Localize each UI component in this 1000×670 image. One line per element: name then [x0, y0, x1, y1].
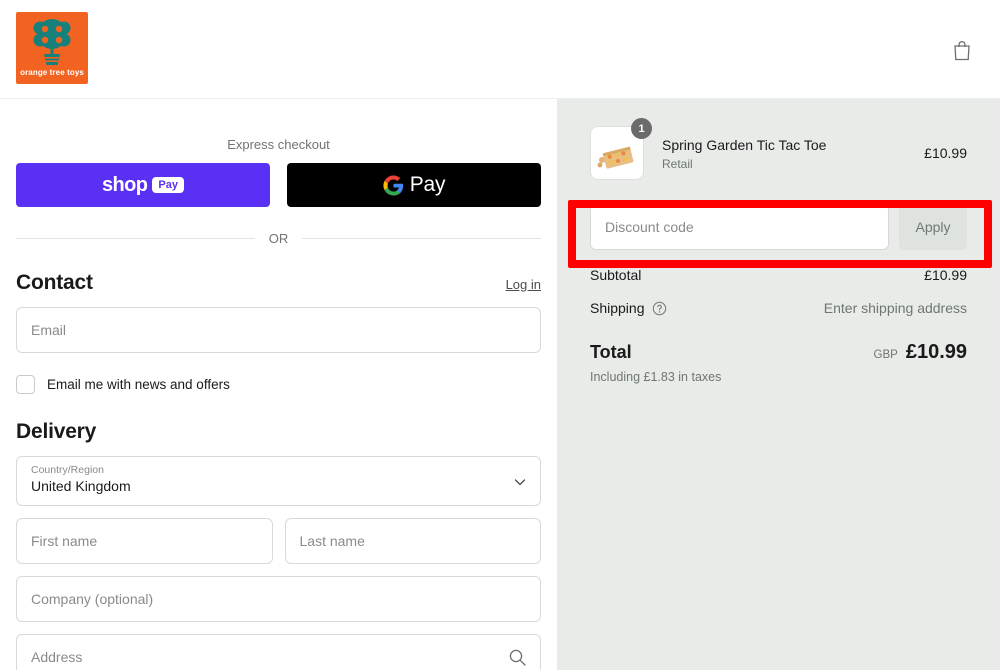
order-summary-column: 1 Spring Garden Tic Tac Toe Retail £10.9… [557, 99, 1000, 670]
google-pay-word: Pay [409, 173, 446, 196]
shop-pay-button[interactable]: shop Pay [16, 163, 270, 207]
product-price: £10.99 [924, 145, 967, 161]
or-divider: OR [16, 231, 541, 246]
shipping-label: Shipping [590, 300, 645, 316]
search-icon[interactable] [508, 648, 527, 667]
checkout-form-column: Express checkout shop Pay Pay OR Contact… [0, 99, 557, 670]
newsletter-label: Email me with news and offers [47, 377, 230, 392]
product-thumbnail-wrap: 1 [590, 118, 652, 180]
company-field[interactable]: Company (optional) [16, 576, 541, 622]
email-field[interactable]: Email [16, 307, 541, 353]
country-region-value: United Kingdom [31, 478, 131, 494]
last-name-placeholder: Last name [299, 533, 365, 549]
tax-note: Including £1.83 in taxes [590, 370, 722, 384]
cart-button[interactable] [944, 32, 980, 68]
checkout-page: orange tree toys Express checkout shop P… [0, 0, 1000, 670]
subtotal-row: Subtotal £10.99 [590, 267, 967, 283]
product-variant: Retail [662, 156, 693, 171]
discount-code-row: Discount code Apply [590, 204, 967, 250]
site-header: orange tree toys [0, 0, 1000, 99]
google-g-icon [383, 174, 403, 196]
logo-brand-text: orange tree toys [20, 68, 84, 77]
newsletter-checkbox[interactable] [16, 375, 35, 394]
shipping-label-group: Shipping [590, 300, 667, 316]
discount-code-placeholder: Discount code [605, 219, 694, 235]
google-pay-wordmark: Pay [383, 173, 446, 197]
shop-pay-wordmark: shop Pay [102, 174, 184, 197]
tree-logo-mark [33, 19, 71, 65]
total-row: Total GBP £10.99 [590, 341, 967, 364]
newsletter-checkbox-row[interactable]: Email me with news and offers [16, 375, 541, 394]
shop-pay-chip: Pay [152, 177, 184, 193]
shipping-row: Shipping Enter shipping address [590, 300, 967, 316]
address-field[interactable]: Address [16, 634, 541, 670]
name-fields-row: First name Last name [16, 518, 541, 564]
google-pay-button[interactable]: Pay [287, 163, 541, 207]
address-placeholder: Address [31, 649, 83, 665]
first-name-field[interactable]: First name [16, 518, 273, 564]
last-name-field[interactable]: Last name [284, 518, 541, 564]
first-name-placeholder: First name [31, 533, 98, 549]
quantity-badge: 1 [631, 118, 652, 139]
subtotal-value: £10.99 [924, 267, 967, 283]
company-placeholder: Company (optional) [31, 591, 154, 607]
discount-code-input[interactable]: Discount code [590, 204, 889, 250]
express-checkout-label: Express checkout [227, 137, 330, 152]
country-region-select[interactable]: Country/Region United Kingdom [16, 456, 541, 506]
apply-discount-button[interactable]: Apply [899, 204, 967, 250]
delivery-title: Delivery [16, 420, 97, 443]
address-field-row: Address [16, 634, 541, 670]
order-line-item: 1 Spring Garden Tic Tac Toe Retail £10.9… [590, 118, 967, 180]
total-currency: GBP [873, 349, 898, 361]
total-amount-group: GBP £10.99 [874, 341, 967, 364]
or-label: OR [268, 231, 289, 246]
brand-logo[interactable]: orange tree toys [16, 12, 88, 84]
country-region-label: Country/Region [31, 464, 104, 476]
contact-title: Contact [16, 271, 93, 294]
company-field-row: Company (optional) [16, 576, 541, 622]
question-circle-icon[interactable] [652, 301, 667, 316]
shipping-value: Enter shipping address [823, 300, 967, 316]
chevron-down-icon [514, 479, 526, 486]
product-info: Spring Garden Tic Tac Toe Retail [644, 136, 924, 171]
product-title: Spring Garden Tic Tac Toe [662, 136, 827, 153]
email-placeholder: Email [31, 322, 67, 338]
total-value: £10.99 [905, 341, 967, 363]
contact-header: Contact Log in [16, 271, 541, 295]
express-checkout-buttons: shop Pay Pay [16, 163, 541, 207]
shop-pay-word: shop [102, 173, 148, 196]
shopping-bag-icon [954, 40, 970, 60]
login-link[interactable]: Log in [506, 277, 541, 292]
total-label: Total [590, 342, 632, 362]
subtotal-label: Subtotal [590, 267, 642, 283]
